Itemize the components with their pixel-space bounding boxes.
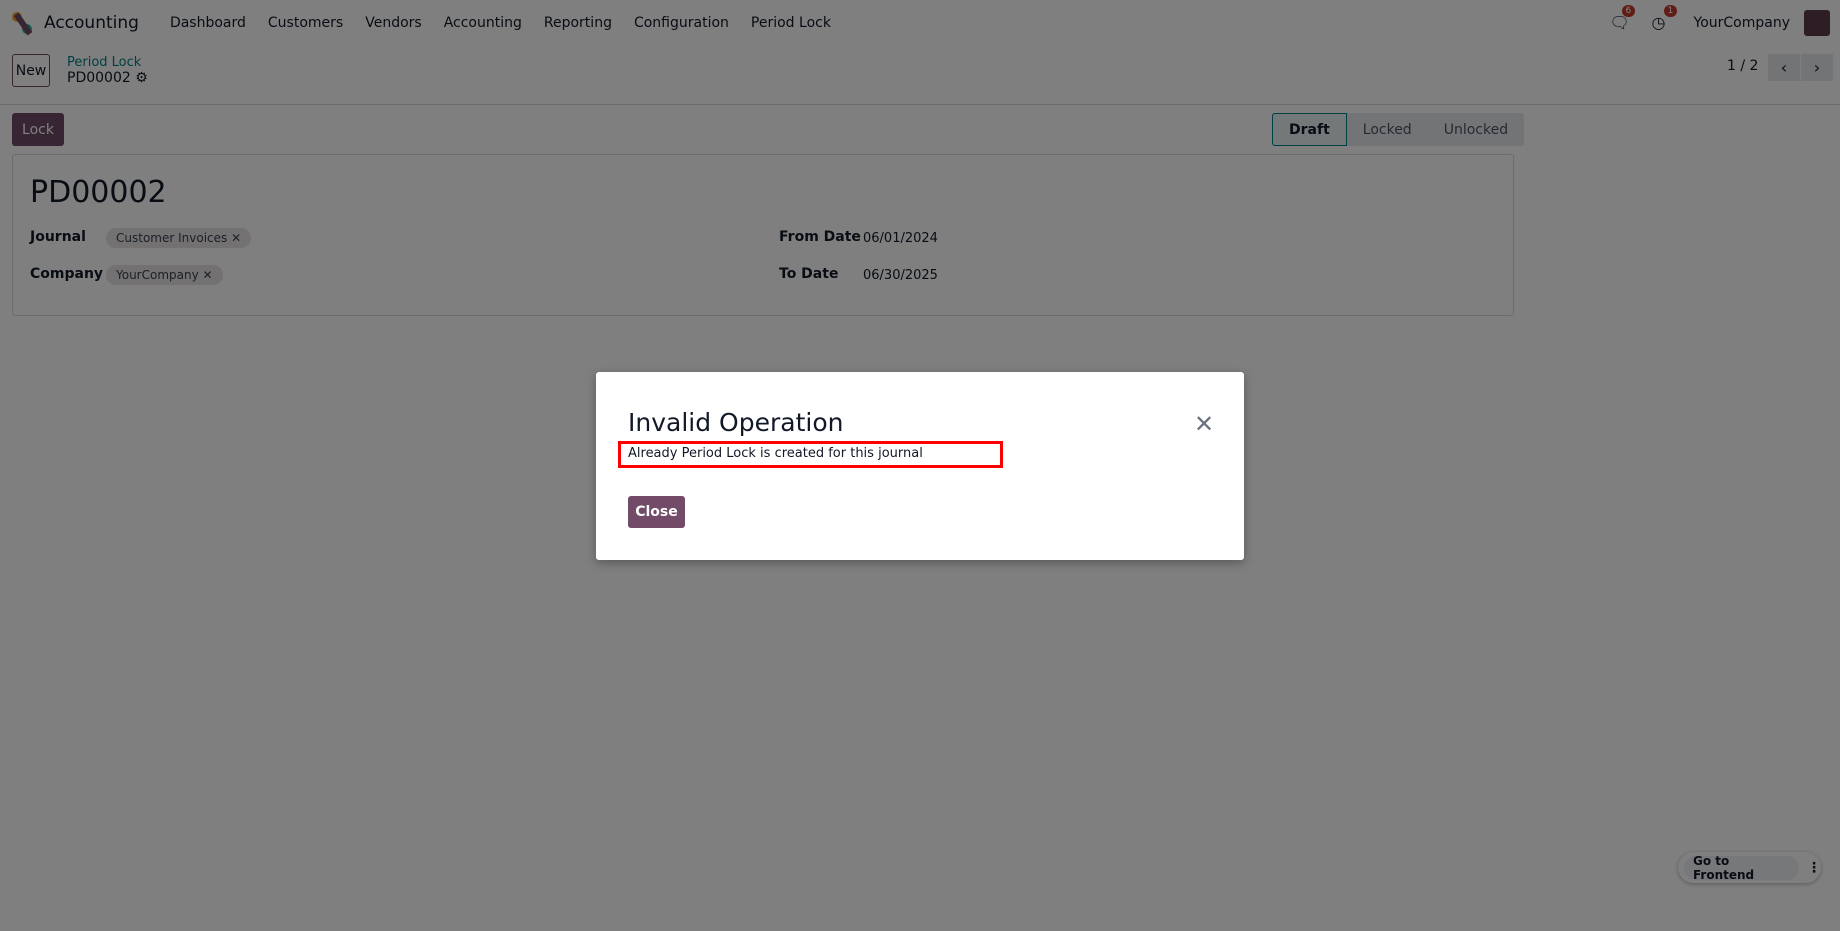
dialog-message: Already Period Lock is created for this … (618, 441, 1003, 468)
close-button[interactable]: Close (628, 496, 685, 528)
close-icon[interactable]: ✕ (1194, 412, 1214, 436)
error-dialog: Invalid Operation ✕ Already Period Lock … (596, 372, 1244, 560)
dialog-title: Invalid Operation (628, 408, 844, 437)
